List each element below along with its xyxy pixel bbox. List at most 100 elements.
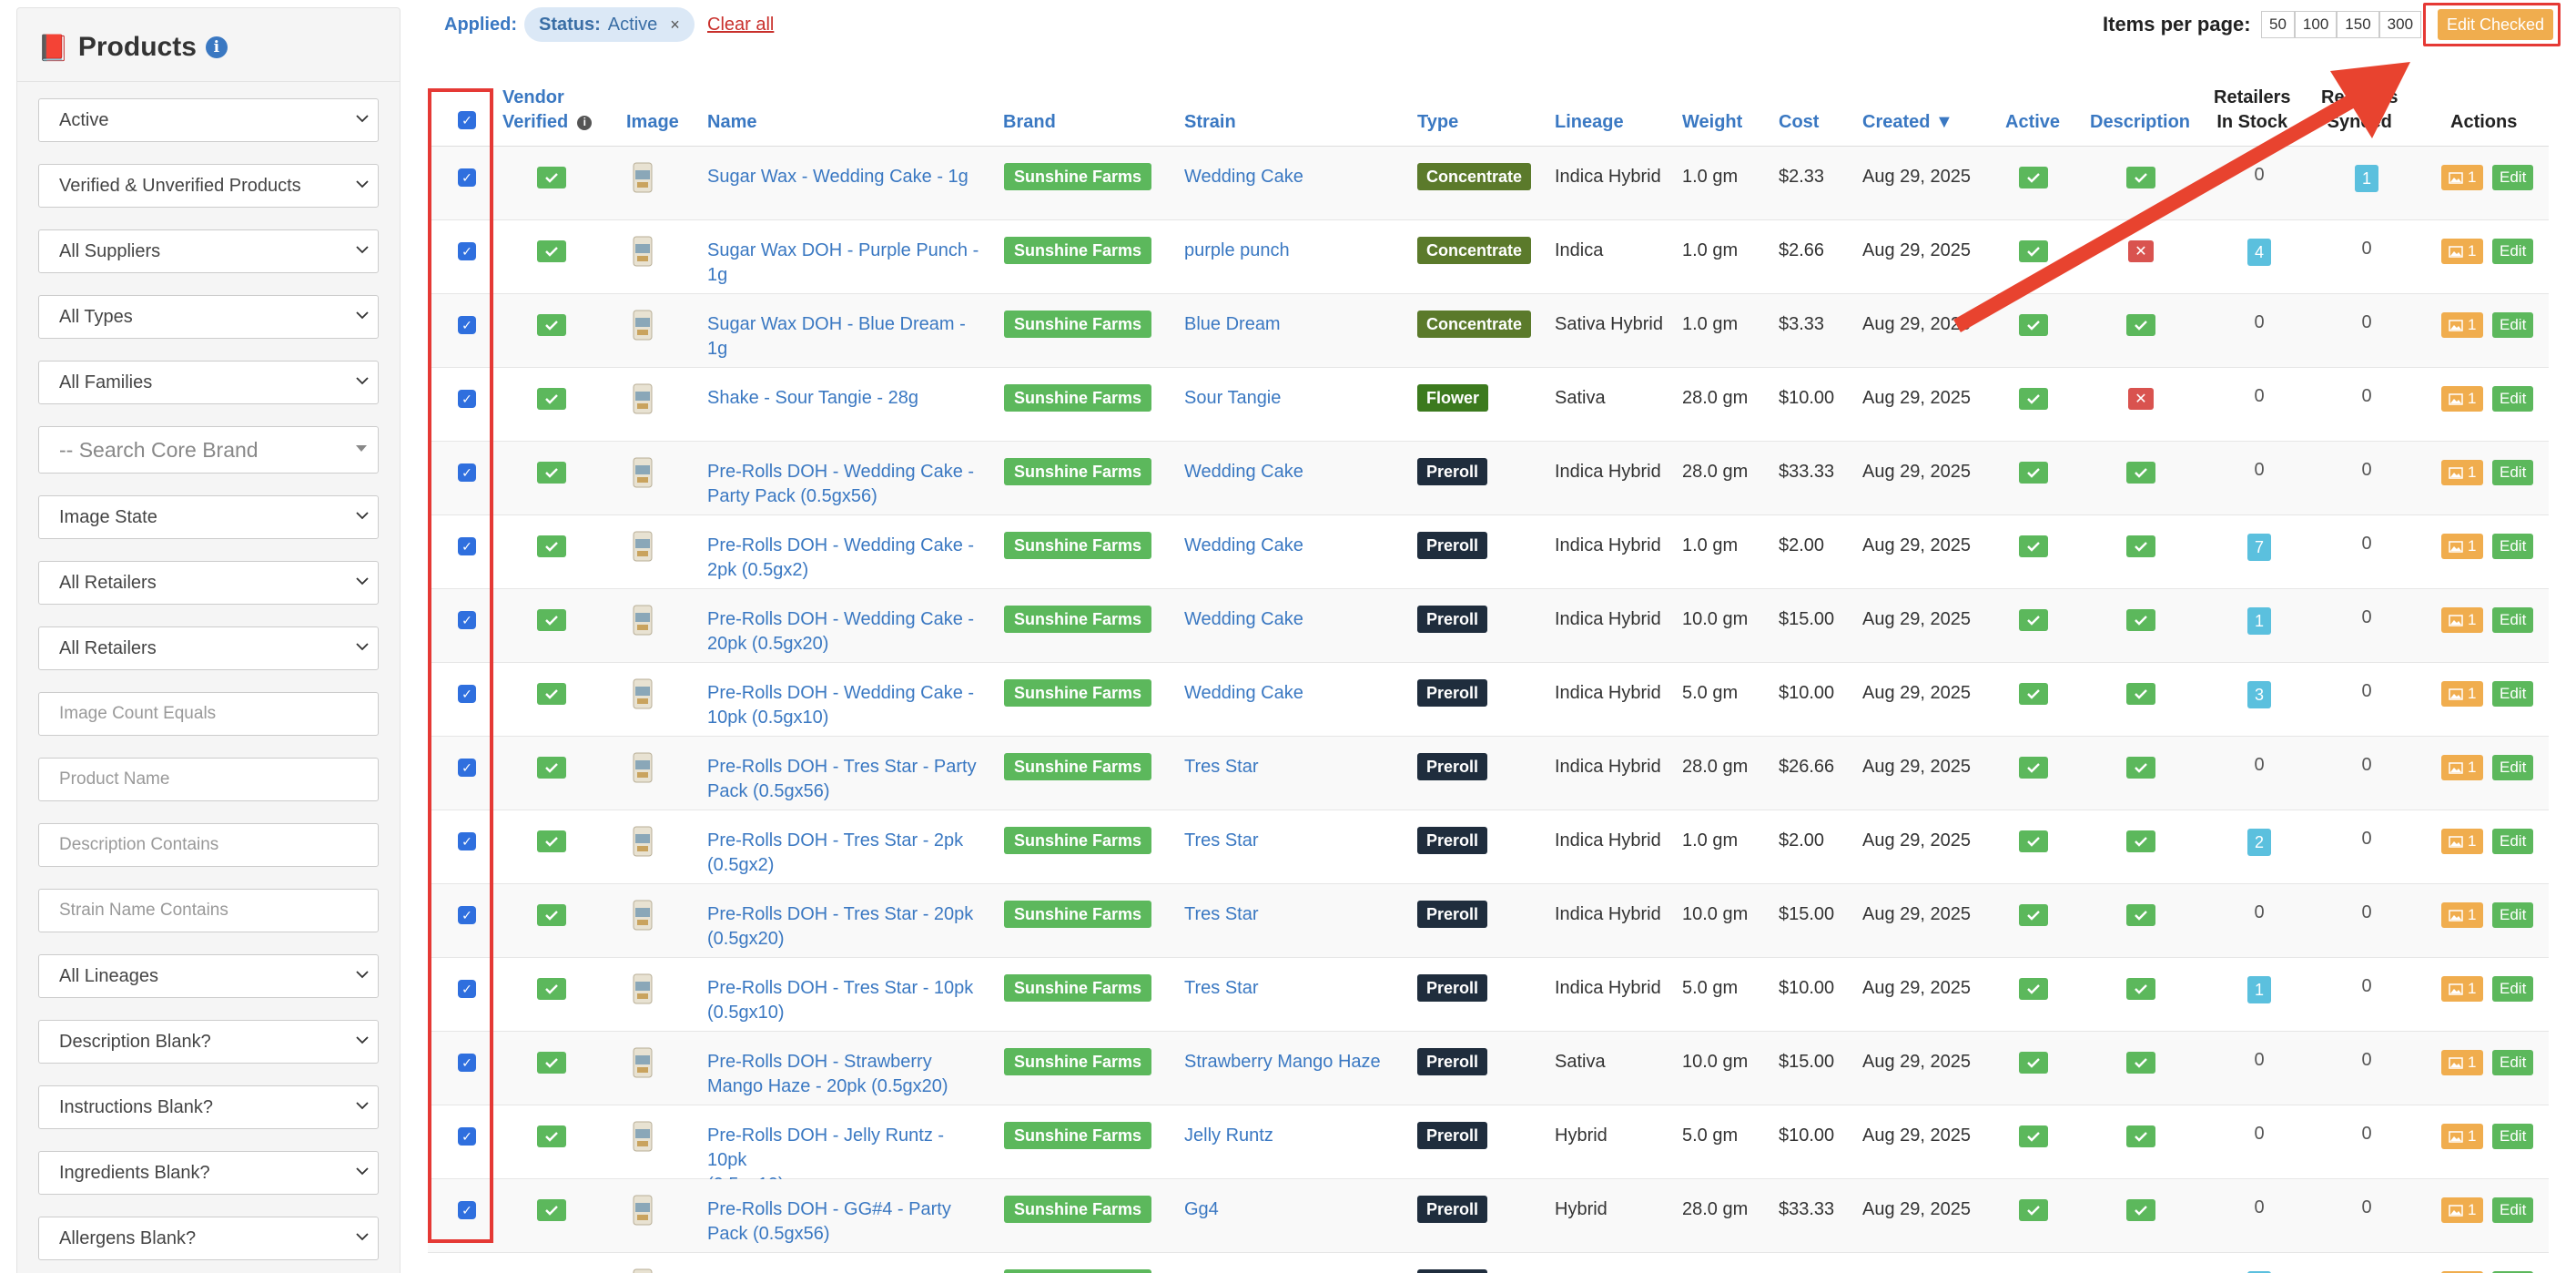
table-row[interactable]: ✓ Pre-Rolls DOH - GG#4 - Party Pack (0.5gx…	[428, 1179, 2549, 1253]
col-weight[interactable]: Weight	[1682, 110, 1742, 135]
table-row[interactable]: ✓ Sugar Wax - Wedding Cake - 1g Sunshine F…	[428, 147, 2549, 220]
clear-all-link[interactable]: Clear all	[707, 15, 774, 36]
images-button[interactable]: 1	[2441, 165, 2484, 190]
images-button[interactable]: 1	[2441, 829, 2484, 854]
product-thumbnail[interactable]	[623, 969, 663, 1009]
filter-select-15[interactable]: Instructions Blank?	[38, 1085, 379, 1129]
product-thumbnail[interactable]	[623, 895, 663, 935]
product-name-link[interactable]: Pre-Rolls DOH - Wedding Cake - 2pk (0.5gx…	[707, 534, 980, 583]
remove-filter-icon[interactable]: ×	[670, 15, 680, 35]
in-stock-count-badge[interactable]: 4	[2247, 239, 2271, 266]
strain-link[interactable]: Wedding Cake	[1184, 534, 1303, 558]
strain-link[interactable]: Sour Tangie	[1184, 386, 1281, 411]
filter-select-6[interactable]: Image State	[38, 495, 379, 539]
strain-link[interactable]: Blue Dream	[1184, 312, 1281, 337]
product-thumbnail[interactable]	[623, 526, 663, 566]
edit-button[interactable]: Edit	[2492, 534, 2534, 559]
product-name-link[interactable]: Pre-Rolls DOH - Tres Star - 2pk (0.5gx2)	[707, 829, 980, 878]
edit-button[interactable]: Edit	[2492, 976, 2534, 1002]
edit-button[interactable]: Edit	[2492, 607, 2534, 633]
filter-input-10[interactable]: Product Name	[38, 758, 379, 801]
product-name-link[interactable]: Pre-Rolls DOH - GG#4 - Party Pack (0.5gx5…	[707, 1197, 980, 1247]
images-button[interactable]: 1	[2441, 1050, 2484, 1075]
filter-select-16[interactable]: Ingredients Blank?	[38, 1151, 379, 1195]
edit-button[interactable]: Edit	[2492, 312, 2534, 338]
table-row[interactable]: ✓ Sugar Wax DOH - Blue Dream -1g Sunshine …	[428, 294, 2549, 368]
strain-link[interactable]: Wedding Cake	[1184, 681, 1303, 706]
in-stock-count-badge[interactable]: 3	[2247, 681, 2271, 708]
in-stock-count-badge[interactable]: 7	[2247, 534, 2271, 561]
in-stock-count-badge[interactable]: 2	[2247, 829, 2271, 856]
items-per-page-100[interactable]: 100	[2294, 11, 2338, 38]
product-thumbnail[interactable]	[623, 600, 663, 640]
synced-count-badge[interactable]: 1	[2355, 165, 2378, 192]
product-name-link[interactable]: Pre-Rolls DOH - Tres Star - 10pk (0.5gx10…	[707, 976, 980, 1025]
product-name-link[interactable]: Pre-Rolls DOH - Tres Star - 20pk (0.5gx20…	[707, 902, 980, 952]
col-lineage[interactable]: Lineage	[1555, 110, 1624, 135]
images-button[interactable]: 1	[2441, 1197, 2484, 1223]
info-icon[interactable]: i	[205, 36, 228, 58]
filter-select-5[interactable]: -- Search Core Brand	[38, 426, 379, 474]
strain-link[interactable]: Strawberry Mango Haze	[1184, 1050, 1381, 1074]
images-button[interactable]: 1	[2441, 755, 2484, 780]
strain-link[interactable]: Tres Star	[1184, 902, 1259, 927]
images-button[interactable]: 1	[2441, 239, 2484, 264]
col-type[interactable]: Type	[1417, 110, 1458, 135]
table-row[interactable]: ✓ Pre-Rolls DOH - Wedding Cake -10pk (0.5…	[428, 663, 2549, 737]
filter-input-9[interactable]: Image Count Equals	[38, 692, 379, 736]
product-name-link[interactable]: Sugar Wax - Wedding Cake - 1g	[707, 165, 980, 189]
images-button[interactable]: 1	[2441, 386, 2484, 412]
col-active[interactable]: Active	[2005, 110, 2060, 135]
edit-button[interactable]: Edit	[2492, 755, 2534, 780]
strain-link[interactable]: purple punch	[1184, 239, 1290, 263]
edit-button[interactable]: Edit	[2492, 829, 2534, 854]
product-thumbnail[interactable]	[623, 453, 663, 493]
in-stock-count-badge[interactable]: 1	[2247, 976, 2271, 1003]
col-brand[interactable]: Brand	[1003, 110, 1056, 135]
edit-button[interactable]: Edit	[2492, 1197, 2534, 1223]
edit-button[interactable]: Edit	[2492, 239, 2534, 264]
vendor-info-icon[interactable]: i	[577, 115, 593, 130]
table-row[interactable]: ✓Pre-Rolls DOH - GG#4 - 2pkSunshine Farm…	[428, 1253, 2549, 1273]
product-thumbnail[interactable]	[623, 674, 663, 714]
filter-select-8[interactable]: All Retailers	[38, 626, 379, 670]
filter-select-13[interactable]: All Lineages	[38, 954, 379, 998]
images-button[interactable]: 1	[2441, 1124, 2484, 1149]
strain-link[interactable]: Wedding Cake	[1184, 607, 1303, 632]
strain-link[interactable]: Jelly Runtz	[1184, 1124, 1273, 1148]
table-row[interactable]: ✓ Pre-Rolls DOH - Tres Star - Party Pack (…	[428, 737, 2549, 810]
items-per-page-50[interactable]: 50	[2261, 11, 2295, 38]
product-name-link[interactable]: Shake - Sour Tangie - 28g	[707, 386, 980, 411]
product-thumbnail[interactable]	[623, 158, 663, 198]
filter-select-0[interactable]: Active	[38, 98, 379, 142]
product-thumbnail[interactable]	[623, 1264, 663, 1273]
filter-select-3[interactable]: All Types	[38, 295, 379, 339]
filter-select-2[interactable]: All Suppliers	[38, 229, 379, 273]
edit-button[interactable]: Edit	[2492, 165, 2534, 190]
images-button[interactable]: 1	[2441, 312, 2484, 338]
product-thumbnail[interactable]	[623, 305, 663, 345]
strain-link[interactable]: Tres Star	[1184, 829, 1259, 853]
product-thumbnail[interactable]	[623, 748, 663, 788]
table-row[interactable]: ✓ Pre-Rolls DOH - Tres Star - 10pk (0.5gx1…	[428, 958, 2549, 1032]
filter-input-11[interactable]: Description Contains	[38, 823, 379, 867]
images-button[interactable]: 1	[2441, 976, 2484, 1002]
edit-button[interactable]: Edit	[2492, 681, 2534, 707]
product-thumbnail[interactable]	[623, 1043, 663, 1083]
images-button[interactable]: 1	[2441, 681, 2484, 707]
edit-button[interactable]: Edit	[2492, 902, 2534, 928]
col-created[interactable]: Created ▼	[1862, 110, 1953, 135]
table-row[interactable]: ✓ Pre-Rolls DOH - Wedding Cake - Party Pac…	[428, 442, 2549, 515]
strain-link[interactable]: Wedding Cake	[1184, 165, 1303, 189]
col-cost[interactable]: Cost	[1779, 110, 1819, 135]
product-name-link[interactable]: Pre-Rolls DOH - Tres Star - Party Pack (0…	[707, 755, 980, 804]
filter-select-17[interactable]: Allergens Blank?	[38, 1217, 379, 1260]
items-per-page-150[interactable]: 150	[2337, 11, 2379, 38]
items-per-page-300[interactable]: 300	[2378, 11, 2422, 38]
edit-button[interactable]: Edit	[2492, 1124, 2534, 1149]
product-name-link[interactable]: Pre-Rolls DOH - Wedding Cake - 20pk (0.5g…	[707, 607, 980, 657]
table-row[interactable]: ✓ Pre-Rolls DOH - Tres Star - 2pk (0.5gx2)…	[428, 810, 2549, 884]
table-row[interactable]: ✓ Pre-Rolls DOH - Strawberry Mango Haze - …	[428, 1032, 2549, 1105]
edit-button[interactable]: Edit	[2492, 460, 2534, 485]
filter-input-12[interactable]: Strain Name Contains	[38, 889, 379, 932]
